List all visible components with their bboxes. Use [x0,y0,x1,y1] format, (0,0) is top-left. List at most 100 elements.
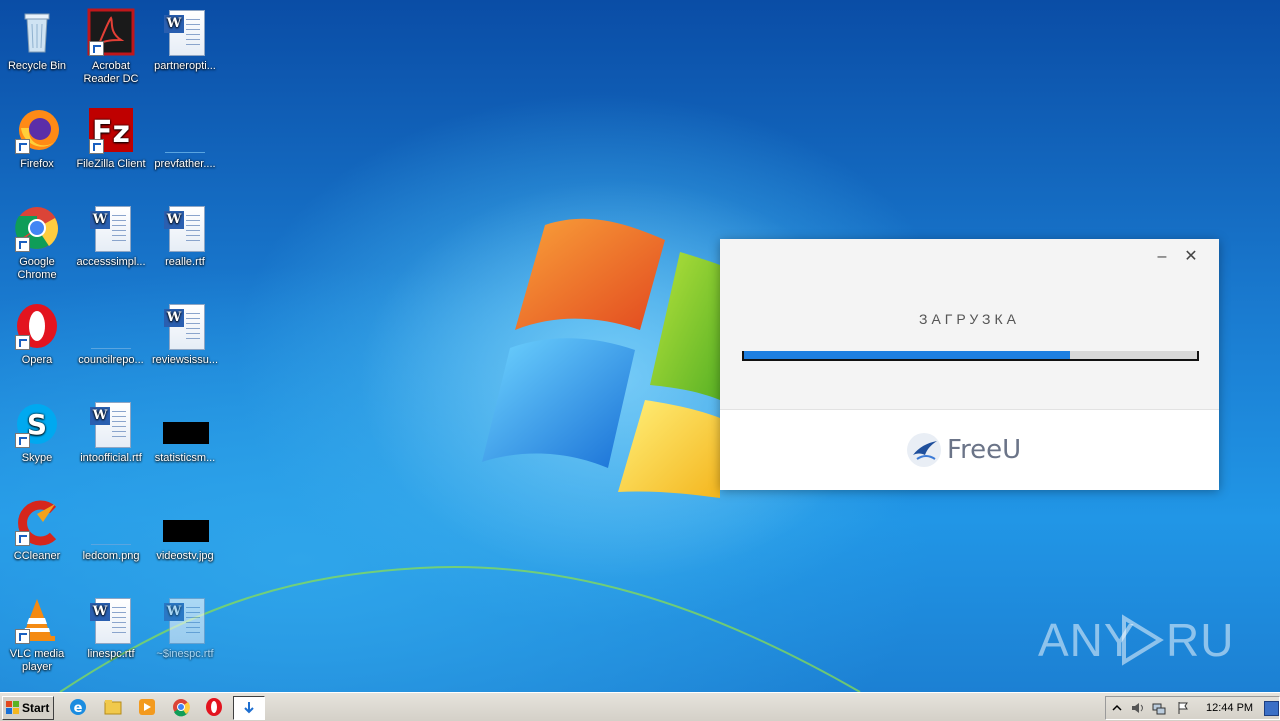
network-icon[interactable] [1152,701,1166,715]
word-doc-icon: W [87,204,135,252]
icon-label: Recycle Bin [7,60,67,72]
icon-label: realle.rtf [165,256,205,268]
desktop-icon-reviewsissu[interactable]: W reviewsissu... [148,298,222,390]
desktop-icon-skype[interactable]: S Skype [0,396,74,488]
shortcut-arrow-icon [15,629,30,644]
svg-text:RUN: RUN [1166,614,1230,666]
close-button[interactable]: ✕ [1181,247,1201,267]
chrome-icon[interactable] [171,697,191,717]
download-task-button[interactable] [233,696,265,720]
icon-label: councilrepo... [78,354,144,366]
desktop-icon-intoofficial[interactable]: W intoofficial.rtf [74,396,148,488]
show-hidden-icons-chevron-icon[interactable] [1110,701,1124,715]
freeu-brand: FreeU [907,432,1021,468]
desktop-icon-linespc[interactable]: W linespc.rtf [74,592,148,684]
brand-name: FreeU [947,435,1022,465]
shortcut-arrow-icon [15,237,30,252]
ccleaner-icon [13,498,61,546]
icon-label: ~$inespc.rtf [156,648,214,660]
word-doc-icon: W [161,8,209,56]
freeu-loading-dialog: – ✕ ЗАГРУЗКА FreeU [720,239,1219,490]
desktop-icon-opera[interactable]: Opera [0,298,74,390]
desktop-icon-ledcom[interactable]: ledcom.png [74,494,148,586]
svg-text:e: e [74,701,83,716]
chrome-icon [13,204,61,252]
icon-label: videostv.jpg [156,550,214,562]
desktop-icon-accesssimpl[interactable]: W accesssimpl... [74,200,148,292]
freeu-bird-icon [907,433,941,467]
minimize-button[interactable]: – [1152,247,1172,267]
desktop-icon-prevfather[interactable]: prevfather.... [148,102,222,194]
internet-explorer-icon[interactable]: e [68,697,88,717]
start-button[interactable]: Start [2,696,54,720]
show-desktop-button[interactable] [1264,701,1279,716]
progress-bar [742,351,1199,361]
icon-label: partneropti... [154,60,216,72]
desktop-icon-firefox[interactable]: Firefox [0,102,74,194]
icon-label: linespc.rtf [87,648,135,660]
desktop-icon-councilrepo[interactable]: councilrepo... [74,298,148,390]
taskbar: Start e 12:44 PM [0,692,1280,721]
shortcut-arrow-icon [15,433,30,448]
download-task-icon [244,702,254,714]
icon-label: ledcom.png [82,550,140,562]
svg-text:ANY: ANY [1038,614,1136,666]
shortcut-arrow-icon [89,41,104,56]
icon-label: CCleaner [13,550,61,562]
firefox-icon [13,106,61,154]
icon-label: Google Chrome [17,256,57,281]
icon-label: VLC media player [9,648,65,673]
desktop-icon-chrome[interactable]: Google Chrome [0,200,74,292]
desktop-icon-vlc[interactable]: VLC media player [0,592,74,684]
shortcut-arrow-icon [15,139,30,154]
icon-label: Opera [21,354,53,366]
start-label: Start [22,701,50,715]
desktop-icon-filezilla[interactable]: Fz FileZilla Client [74,102,148,194]
icon-label: Acrobat Reader DC [83,60,139,85]
image-thumb-icon [161,498,209,546]
acrobat-icon [87,8,135,56]
media-player-icon[interactable] [137,697,157,717]
shortcut-arrow-icon [89,139,104,154]
windows-flag-icon [6,701,19,714]
image-thumb-icon [161,400,209,448]
desktop-icon-realle[interactable]: W realle.rtf [148,200,222,292]
opera-icon [13,302,61,350]
desktop-icon-videostv[interactable]: videostv.jpg [148,494,222,586]
speaker-icon[interactable] [1130,701,1144,715]
blank-file-icon [87,498,135,546]
filezilla-icon: Fz [87,106,135,154]
desktop-icon-partneropti[interactable]: W partneropti... [148,4,222,96]
desktop-icon-tilde-linespc[interactable]: W ~$inespc.rtf [148,592,222,684]
word-doc-icon: W [161,302,209,350]
icon-label: accesssimpl... [76,256,146,268]
icon-label: reviewsissu... [151,354,219,366]
recycle-bin-icon [13,8,61,56]
vlc-icon [13,596,61,644]
blank-file-icon [87,302,135,350]
opera-icon[interactable] [204,697,224,717]
anyrun-watermark: ANY RUN [1038,608,1230,672]
word-doc-icon: W [161,596,209,644]
anyrun-logo: ANY RUN [1038,614,1230,666]
desktop-icon-recycle-bin[interactable]: Recycle Bin [0,4,74,96]
icon-label: Skype [21,452,53,464]
icon-label: Firefox [20,158,54,170]
progress-fill [744,351,1071,359]
blank-file-icon [161,106,209,154]
clock[interactable]: 12:44 PM [1206,697,1253,719]
icon-label: FileZilla Client [76,158,146,170]
action-center-flag-icon[interactable] [1176,701,1190,715]
desktop-icon-ccleaner[interactable]: CCleaner [0,494,74,586]
word-doc-icon: W [161,204,209,252]
system-tray: 12:44 PM [1105,696,1280,720]
dialog-footer: FreeU [720,409,1219,490]
desktop-icon-statisticsm[interactable]: statisticsm... [148,396,222,488]
icon-label: intoofficial.rtf [80,452,142,464]
icon-label: statisticsm... [154,452,216,464]
shortcut-arrow-icon [15,531,30,546]
skype-icon: S [13,400,61,448]
desktop-icon-acrobat[interactable]: Acrobat Reader DC [74,4,148,96]
word-doc-icon: W [87,596,135,644]
folder-icon[interactable] [103,697,123,717]
